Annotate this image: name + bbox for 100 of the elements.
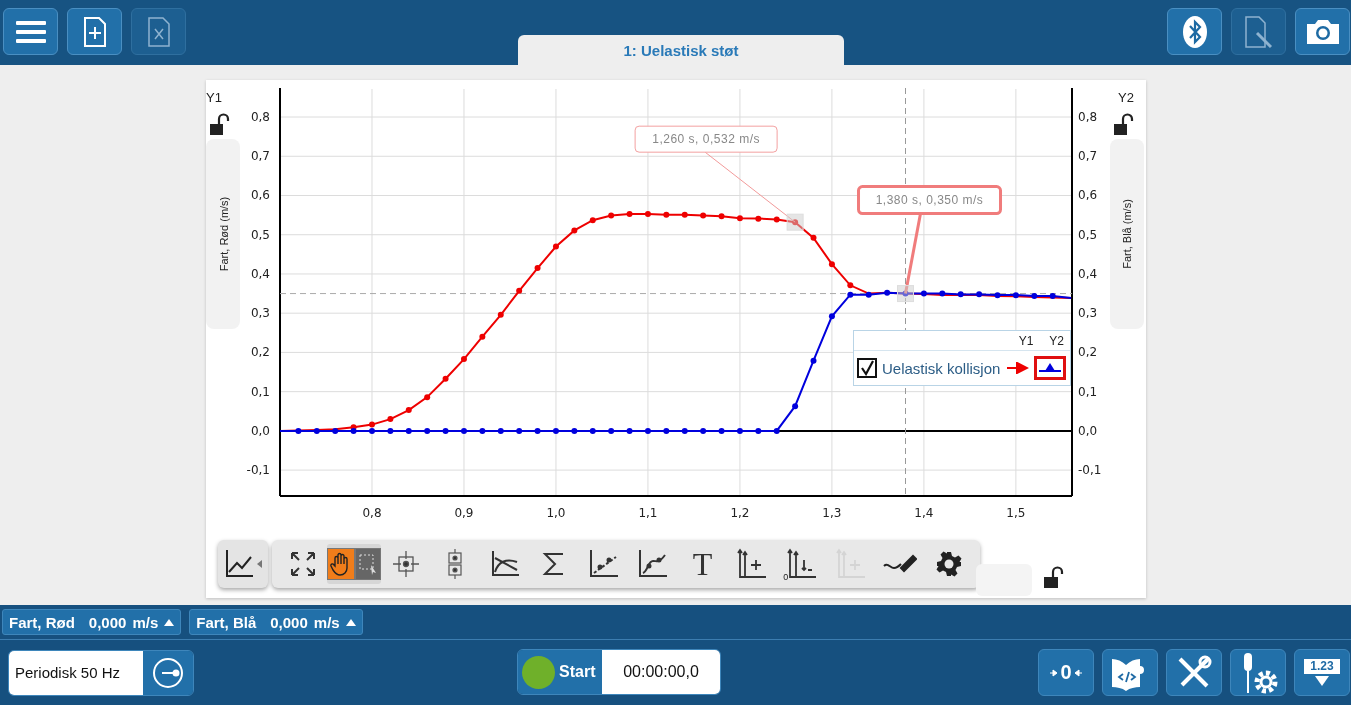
y-tick-label: 0,4 — [250, 266, 270, 281]
menu-button[interactable] — [3, 8, 58, 55]
zero-button[interactable]: 0 — [1038, 649, 1094, 696]
data-point — [405, 427, 412, 434]
data-point — [663, 211, 670, 218]
tool-button[interactable] — [327, 544, 382, 584]
y1-axis-title: Fart, Rød (m/s) — [218, 196, 230, 272]
file-plus-icon — [82, 16, 107, 47]
arrow-icon — [1050, 668, 1059, 677]
data-point — [884, 289, 891, 296]
add-axis-icon — [735, 548, 768, 580]
data-point — [479, 333, 486, 340]
y-tick-label: 0,5 — [250, 227, 270, 242]
new-file-button[interactable] — [67, 8, 122, 55]
caret-icon — [345, 618, 356, 626]
axis-selector[interactable] — [1034, 356, 1067, 380]
sampling-mode[interactable]: Periodisk 50 Hz — [9, 650, 143, 695]
data-point — [736, 427, 743, 434]
legend-label: Uelastisk kollisjon — [882, 359, 1001, 377]
y-tick-label: 0,2 — [250, 345, 270, 360]
tools-button[interactable] — [1166, 649, 1222, 696]
data-point — [608, 212, 615, 219]
point-marker[interactable] — [786, 213, 804, 231]
data-point — [810, 234, 817, 241]
x-tick-label: 1,1 — [638, 506, 658, 520]
data-point — [479, 427, 486, 434]
x-tick-label: 0,8 — [362, 506, 382, 520]
data-point — [516, 427, 523, 434]
data-point — [939, 290, 946, 297]
arrow-icon[interactable] — [1007, 362, 1030, 374]
cursor-line[interactable] — [279, 293, 1073, 295]
callout-text: 1,380 s, 0,350 m/s — [875, 193, 984, 208]
data-point — [810, 357, 817, 364]
code-button[interactable] — [1102, 649, 1158, 696]
bluetooth-button[interactable] — [1167, 8, 1222, 55]
sampling-settings-button[interactable] — [143, 650, 193, 695]
data-point — [589, 427, 596, 434]
y-tick-label: 0,0 — [250, 423, 270, 438]
data-point — [1049, 292, 1056, 299]
data-point — [920, 290, 927, 297]
display-value: 1.23 — [1304, 659, 1340, 674]
sensor-readout[interactable]: Fart, Blå 0,000 m/s — [189, 609, 363, 635]
display-button[interactable]: 1.23 — [1294, 649, 1350, 696]
y2-tick-label: 0,2 — [1078, 345, 1098, 360]
data-point — [957, 291, 964, 298]
data-point — [387, 427, 394, 434]
data-point — [994, 292, 1001, 299]
arrow-icon — [1073, 668, 1082, 677]
y2-tick-label: 0,0 — [1078, 423, 1098, 438]
data-point — [736, 215, 743, 222]
tangent-icon — [489, 550, 520, 578]
x-tick-label: 1,3 — [822, 506, 842, 520]
zero-label: 0 — [783, 572, 789, 582]
graph-type-button[interactable] — [218, 540, 268, 588]
y2-tick-label: 0,3 — [1078, 306, 1098, 321]
crosshair-icon — [392, 550, 421, 578]
x-tick-label: 1,4 — [914, 506, 934, 520]
data-point — [755, 215, 762, 222]
data-point — [424, 427, 431, 434]
point-marker[interactable] — [897, 285, 914, 303]
data-point — [1031, 292, 1038, 299]
axis-title-panel[interactable] — [206, 139, 240, 329]
data-point — [424, 394, 431, 401]
data-point — [644, 210, 651, 217]
axis-range-field[interactable] — [976, 564, 1032, 596]
tool-button[interactable]: T — [677, 544, 728, 584]
data-point — [773, 427, 780, 434]
lock-icon[interactable] — [210, 113, 230, 135]
data-point — [405, 407, 412, 414]
data-point — [828, 261, 835, 268]
data-point — [332, 427, 339, 434]
y2-axis-label: Y2 — [1118, 90, 1134, 105]
document-tab[interactable]: 1: Uelastisk støt — [518, 35, 844, 65]
data-point — [516, 287, 523, 294]
callout-text: 1,260 s, 0,532 m/s — [652, 132, 760, 147]
x-tick-label: 1,0 — [546, 506, 566, 520]
data-point — [626, 427, 633, 434]
y2-tick-label: -0,1 — [1078, 463, 1102, 478]
data-point — [387, 416, 394, 423]
elapsed-time: 00:00:00,0 — [602, 650, 720, 694]
data-point — [792, 403, 799, 410]
settings-icon — [936, 551, 963, 577]
line-graph-icon — [223, 548, 263, 580]
data-point — [755, 427, 762, 434]
data-point — [681, 427, 688, 434]
y2-tick-label: 0,7 — [1078, 149, 1098, 164]
camera-button[interactable] — [1295, 8, 1350, 55]
sensor-readout[interactable]: Fart, Rød 0,000 m/s — [2, 609, 182, 635]
start-button[interactable]: Start — [518, 650, 602, 694]
bluetooth-icon — [1181, 14, 1208, 49]
data-point — [773, 216, 780, 223]
data-point — [442, 375, 449, 382]
lock-icon[interactable] — [1114, 113, 1134, 135]
y2-tick-label: 0,8 — [1078, 110, 1098, 125]
data-point — [295, 427, 302, 434]
tool-button[interactable]: 0 — [776, 544, 826, 584]
sensor-settings-button[interactable] — [1230, 649, 1286, 696]
data-point — [718, 427, 725, 434]
data-point — [792, 219, 799, 226]
checkbox[interactable] — [857, 358, 877, 378]
